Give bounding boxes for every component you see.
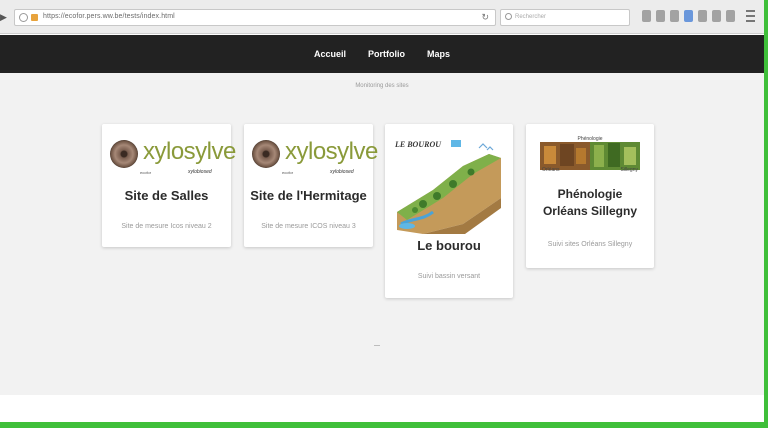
site-navbar: Accueil Portfolio Maps [0,35,764,73]
logo-small-text: ecofor [282,170,294,175]
download-icon[interactable] [684,10,693,22]
photo-caption-right: Sillegny [620,167,638,173]
page-separator [374,345,380,346]
page-content: Monitoring des sites xylosylve ecofor xy… [0,73,764,395]
addon-icon[interactable] [726,10,735,22]
extension-icon[interactable] [712,10,721,22]
library-icon[interactable] [670,10,679,22]
hillside-image [393,138,505,234]
card-le-bourou[interactable]: LE BOUROU Le bourou Suivi bassin versant [385,124,513,298]
bookmark-icon[interactable] [642,10,651,22]
browser-search-input[interactable]: Rechercher [500,9,630,26]
search-placeholder: Rechercher [515,14,547,20]
card-title[interactable]: Site de Salles [102,188,231,203]
photo-caption-left: Orléans [542,167,560,173]
card-description: Site de mesure ICOS niveau 3 [261,223,356,230]
card-title[interactable]: Phénologie Orléans Sillegny [526,186,654,220]
home-icon[interactable] [698,10,707,22]
back-arrow-icon[interactable]: ▶ [0,12,8,22]
card-title[interactable]: Site de l'Hermitage [244,188,373,203]
logo-subtext: xylobiosed [330,169,354,175]
nav-link-accueil[interactable]: Accueil [314,49,346,59]
browser-toolbar: ▶ https://ecofor.pers.ww.be/tests/index.… [0,0,764,34]
card-title[interactable]: Le bourou [385,238,513,253]
toolbar-icons [642,10,755,24]
logo-word: xylosylve [285,138,378,165]
watershed-illustration: LE BOUROU [393,138,505,234]
card-description: Suivi sites Orléans Sillegny [547,241,633,248]
card-phenologie[interactable]: Phénologie Orléans Sillegny Phénologie O… [526,124,654,268]
search-icon [505,13,512,20]
logo-word: xylosylve [143,138,236,165]
url-text[interactable]: https://ecofor.pers.ww.be/tests/index.ht… [43,13,175,20]
nav-link-maps[interactable]: Maps [427,49,450,59]
page-subtitle: Monitoring des sites [355,83,409,89]
tree-ring-icon [110,140,138,168]
logo-subtext: xylobiosed [188,169,212,175]
address-bar[interactable]: https://ecofor.pers.ww.be/tests/index.ht… [14,9,496,26]
nav-link-portfolio[interactable]: Portfolio [368,49,405,59]
card-description: Suivi bassin versant [417,273,481,280]
page-footer [0,395,764,422]
logo-small-text: ecofor [140,170,152,175]
hamburger-menu-icon[interactable] [746,10,755,22]
phenology-photos: Phénologie Orléans Sillegny [540,136,640,174]
info-icon[interactable] [19,13,28,22]
reader-icon[interactable] [656,10,665,22]
xylosylve-logo: xylosylve ecofor xylobiosed [110,136,236,180]
illustration-heading: LE BOUROU [395,140,442,149]
lock-icon [31,14,38,21]
reload-icon[interactable]: ↻ [481,12,489,23]
card-description: Site de mesure Icos niveau 2 [121,223,212,230]
tree-ring-icon [252,140,280,168]
card-site-de-salles[interactable]: xylosylve ecofor xylobiosed Site de Sall… [102,124,236,247]
forest-photos-image [540,142,640,170]
card-site-de-l-hermitage[interactable]: xylosylve ecofor xylobiosed Site de l'He… [244,124,378,247]
xylosylve-logo: xylosylve ecofor xylobiosed [252,136,378,180]
browser-window: ▶ https://ecofor.pers.ww.be/tests/index.… [0,0,764,422]
